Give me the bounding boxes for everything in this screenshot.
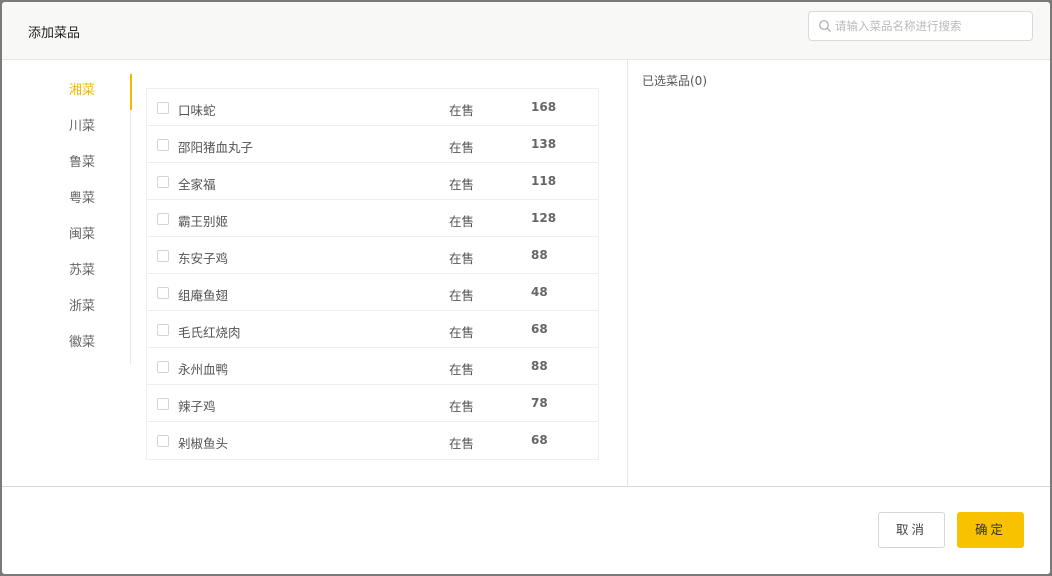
dish-name: 毛氏红烧肉: [178, 325, 241, 340]
dialog-title: 添加菜品: [28, 26, 81, 41]
dish-price: 88: [531, 359, 548, 373]
dish-row[interactable]: 辣子鸡 在售 78: [147, 385, 598, 422]
category-divider: [130, 74, 131, 364]
dish-price: 48: [531, 285, 548, 299]
dish-price: 78: [531, 396, 548, 410]
dish-status: 在售: [449, 399, 475, 414]
dish-name: 全家福: [178, 177, 216, 192]
dialog-body: 湘菜 川菜 鲁菜 粤菜 闽菜 苏菜 浙菜 徽菜 口味蛇 在售 168 邵阳猪血丸子 在售 138 全家福在…: [2, 60, 1050, 487]
cancel-button[interactable]: 取消: [878, 512, 945, 548]
dish-row[interactable]: 邵阳猪血丸子 在售 138: [147, 126, 598, 163]
dish-price: 138: [531, 137, 557, 151]
dish-name: 剁椒鱼头: [178, 436, 229, 451]
category-item[interactable]: 鲁菜: [2, 145, 132, 181]
dish-checkbox[interactable]: [157, 139, 169, 151]
active-category-indicator: [130, 74, 132, 110]
category-item[interactable]: 川菜: [2, 109, 132, 145]
dish-table: 口味蛇 在售 168 邵阳猪血丸子 在售 138 全家福 在售 118 霸王别姬 在售 128 东安子鸡…: [146, 88, 599, 460]
dish-name: 组庵鱼翅: [178, 288, 229, 303]
dish-status: 在售: [449, 288, 475, 303]
dish-name: 霸王别姬: [178, 214, 229, 229]
category-item[interactable]: 苏菜: [2, 253, 132, 289]
dish-checkbox[interactable]: [157, 287, 169, 299]
dish-price: 68: [531, 322, 548, 336]
dish-checkbox[interactable]: [157, 324, 169, 336]
dish-name: 东安子鸡: [178, 251, 229, 266]
dish-row[interactable]: 剁椒鱼头 在售 68: [147, 422, 598, 459]
category-item[interactable]: 湘菜: [2, 73, 132, 109]
dialog-header: 添加菜品: [2, 2, 1050, 60]
dish-name: 口味蛇: [178, 103, 216, 118]
dish-price: 68: [531, 433, 548, 447]
dish-checkbox[interactable]: [157, 102, 169, 114]
dish-row[interactable]: 全家福 在售 118: [147, 163, 598, 200]
dish-row[interactable]: 霸王别姬 在售 128: [147, 200, 598, 237]
selected-dishes-label: 已选菜品(0): [642, 74, 707, 88]
dish-status: 在售: [449, 362, 475, 377]
dish-row[interactable]: 东安子鸡 在售 88: [147, 237, 598, 274]
search-icon: [819, 20, 831, 32]
dish-status: 在售: [449, 177, 475, 192]
dish-price: 128: [531, 211, 557, 225]
dish-status: 在售: [449, 103, 475, 118]
dish-status: 在售: [449, 214, 475, 229]
dish-status: 在售: [449, 436, 475, 451]
dish-status: 在售: [449, 251, 475, 266]
dialog-footer: 取消 确定: [2, 486, 1050, 574]
dish-row[interactable]: 组庵鱼翅 在售 48: [147, 274, 598, 311]
category-list: 湘菜 川菜 鲁菜 粤菜 闽菜 苏菜 浙菜 徽菜: [2, 73, 132, 361]
dish-checkbox[interactable]: [157, 435, 169, 447]
panel-divider: [627, 60, 628, 487]
dish-row[interactable]: 永州血鸭 在售 88: [147, 348, 598, 385]
confirm-button[interactable]: 确定: [957, 512, 1024, 548]
category-item[interactable]: 闽菜: [2, 217, 132, 253]
dish-checkbox[interactable]: [157, 176, 169, 188]
dish-price: 118: [531, 174, 557, 188]
dish-row[interactable]: 口味蛇 在售 168: [147, 89, 598, 126]
dish-checkbox[interactable]: [157, 213, 169, 225]
category-item[interactable]: 浙菜: [2, 289, 132, 325]
dish-price: 168: [531, 100, 557, 114]
dish-name: 邵阳猪血丸子: [178, 140, 254, 155]
category-item[interactable]: 粤菜: [2, 181, 132, 217]
dish-checkbox[interactable]: [157, 398, 169, 410]
dish-checkbox[interactable]: [157, 250, 169, 262]
dish-checkbox[interactable]: [157, 361, 169, 373]
search-input[interactable]: [835, 16, 1025, 36]
dish-status: 在售: [449, 140, 475, 155]
dish-price: 88: [531, 248, 548, 262]
dish-status: 在售: [449, 325, 475, 340]
dish-name: 永州血鸭: [178, 362, 229, 377]
add-dish-dialog: 添加菜品 湘菜川菜鲁菜粤菜闽菜苏菜浙菜徽菜 口味蛇在售168邵阳猪血丸子在售13…: [2, 2, 1050, 574]
search-box[interactable]: [808, 11, 1033, 41]
category-item[interactable]: 徽菜: [2, 325, 132, 361]
dish-name: 辣子鸡: [178, 399, 216, 414]
dish-row[interactable]: 毛氏红烧肉 在售 68: [147, 311, 598, 348]
